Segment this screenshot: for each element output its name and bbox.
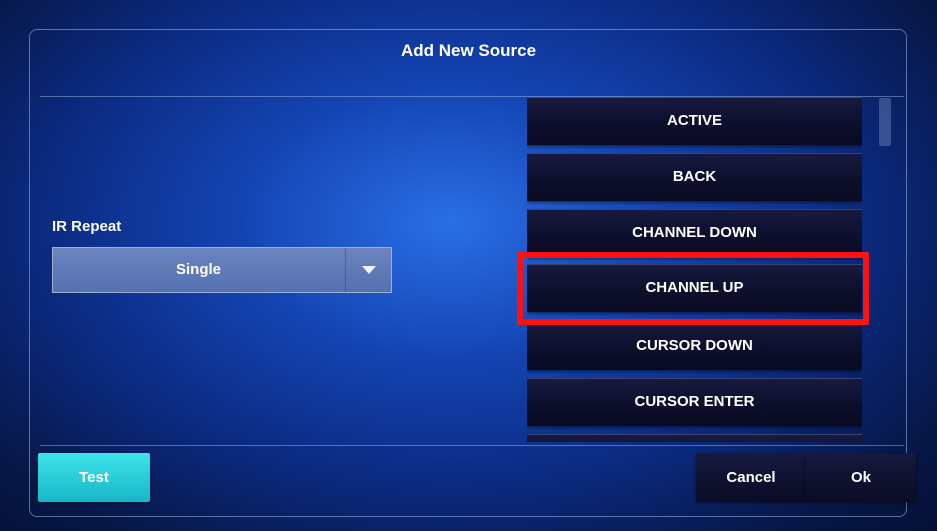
ok-button[interactable]: Ok xyxy=(806,453,916,502)
dialog-title: Add New Source xyxy=(400,41,537,60)
test-button[interactable]: Test xyxy=(38,453,150,502)
ir-repeat-dropdown[interactable]: Single xyxy=(52,247,392,293)
command-item-partial[interactable] xyxy=(527,434,862,442)
ir-repeat-label: IR Repeat xyxy=(52,218,122,235)
command-list-scrollbar[interactable] xyxy=(879,98,891,146)
command-item-channel-down[interactable]: CHANNEL DOWN xyxy=(527,209,862,257)
ir-repeat-value: Single xyxy=(175,261,221,278)
command-item-cursor-enter[interactable]: CURSOR ENTER xyxy=(527,378,862,426)
command-item-active[interactable]: ACTIVE xyxy=(527,97,862,145)
channel-up-highlight xyxy=(517,252,869,325)
footer-divider xyxy=(40,445,904,446)
command-item-cursor-down[interactable]: CURSOR DOWN xyxy=(527,322,862,370)
cancel-button[interactable]: Cancel xyxy=(696,453,806,502)
command-item-back[interactable]: BACK xyxy=(527,153,862,201)
chevron-down-icon[interactable] xyxy=(346,248,392,292)
